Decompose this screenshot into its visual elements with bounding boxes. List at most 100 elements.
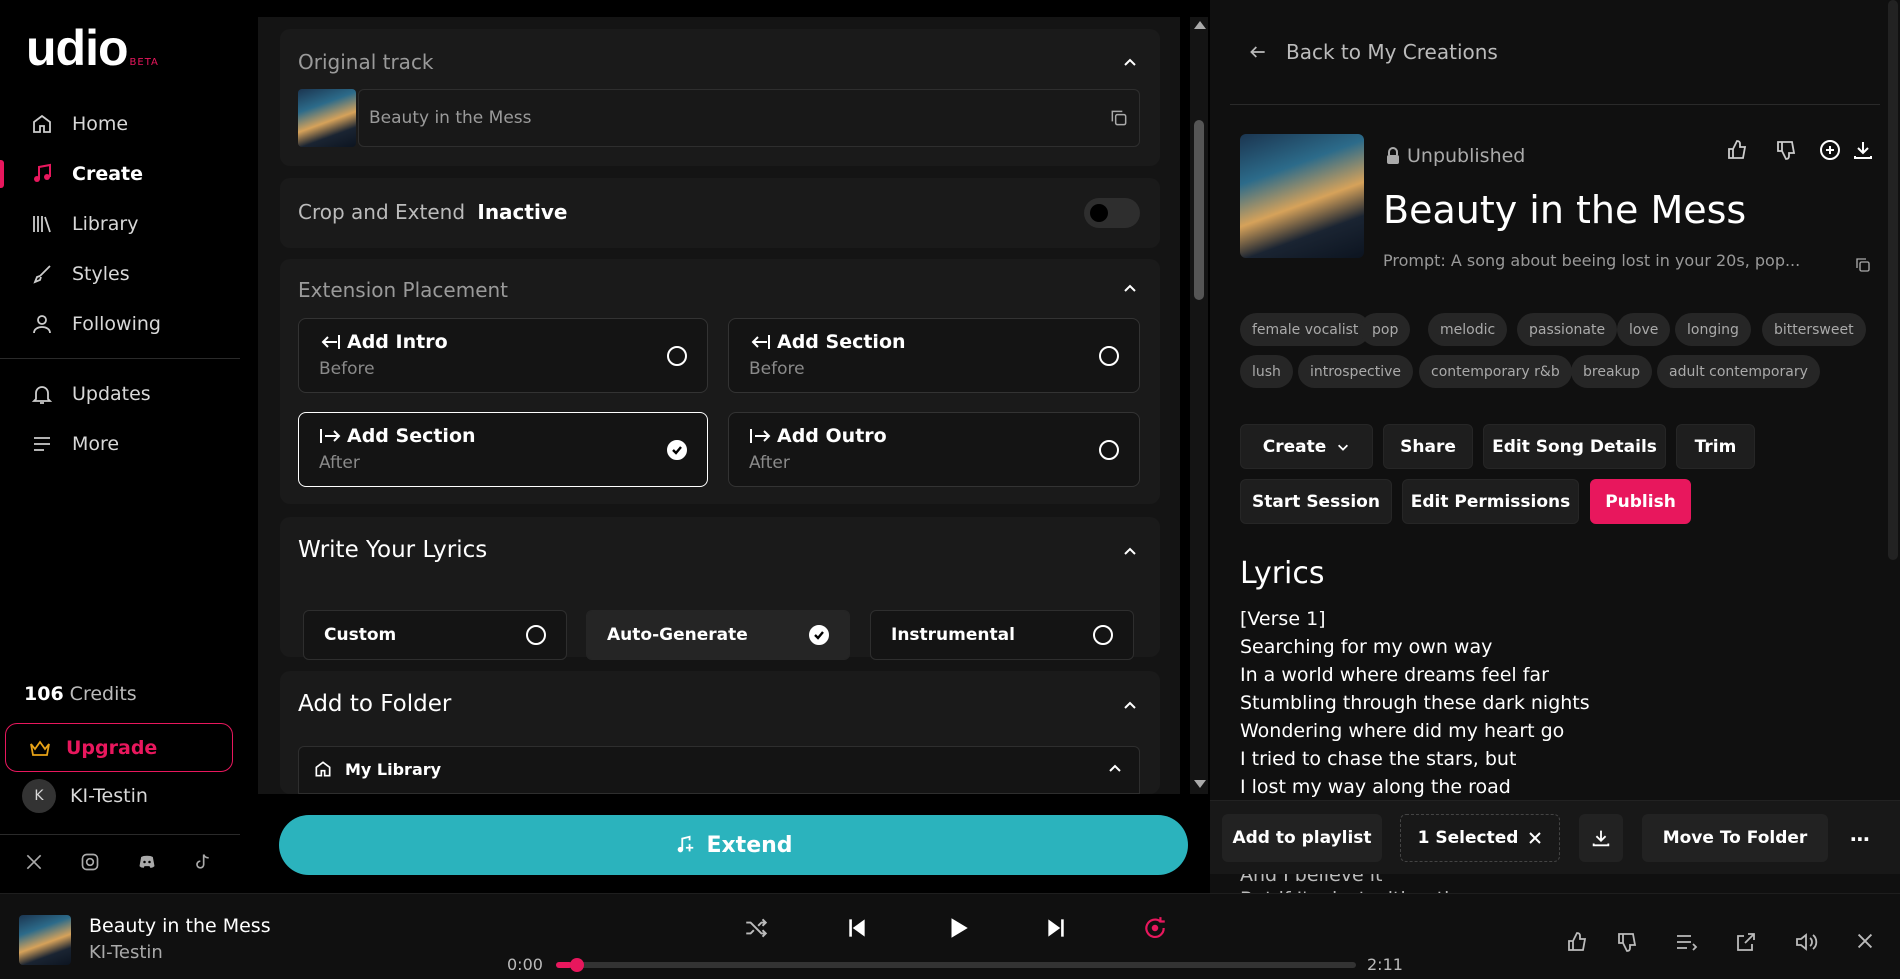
- edit-song-details-button[interactable]: Edit Song Details: [1483, 424, 1666, 469]
- scroll-down-icon[interactable]: [1194, 780, 1206, 788]
- close-icon[interactable]: [1854, 930, 1880, 956]
- tag[interactable]: pop: [1360, 313, 1411, 346]
- selected-count[interactable]: 1 Selected: [1400, 814, 1560, 862]
- lyrics-option-custom[interactable]: Custom: [303, 610, 567, 660]
- tag[interactable]: introspective: [1298, 355, 1414, 388]
- nav-home[interactable]: Home: [0, 102, 240, 146]
- scroll-up-icon[interactable]: [1194, 21, 1206, 29]
- thumbs-up-icon[interactable]: [1566, 930, 1592, 956]
- nav-updates[interactable]: Updates: [0, 372, 240, 416]
- copy-icon[interactable]: [1109, 108, 1129, 128]
- option-add-intro[interactable]: Add Intro Before: [298, 318, 708, 393]
- option-label-row: Add Section: [319, 425, 476, 447]
- nav-styles[interactable]: Styles: [0, 252, 240, 296]
- trim-button[interactable]: Trim: [1676, 424, 1755, 469]
- chevron-up-icon[interactable]: [1122, 55, 1138, 71]
- song-prompt: Prompt: A song about beeing lost in your…: [1383, 251, 1801, 270]
- tag[interactable]: female vocalist: [1240, 313, 1371, 346]
- chevron-up-icon[interactable]: [1122, 544, 1138, 560]
- nav-label: Updates: [72, 383, 151, 405]
- player-artist[interactable]: KI-Testin: [89, 942, 163, 963]
- radio[interactable]: [1099, 346, 1119, 366]
- discord-icon[interactable]: [136, 852, 158, 874]
- thumbs-down-icon[interactable]: [1775, 138, 1799, 162]
- tag[interactable]: melodic: [1428, 313, 1508, 346]
- edit-permissions-button[interactable]: Edit Permissions: [1402, 479, 1579, 524]
- volume-icon[interactable]: [1794, 930, 1820, 956]
- tag[interactable]: longing: [1675, 313, 1751, 346]
- option-add-section-before[interactable]: Add Section Before: [728, 318, 1140, 393]
- shuffle-icon[interactable]: [743, 915, 769, 941]
- crop-label: Crop and Extend: [298, 200, 466, 224]
- progress-knob[interactable]: [570, 958, 584, 972]
- download-button[interactable]: [1579, 814, 1623, 862]
- selected-label: 1 Selected: [1417, 828, 1519, 848]
- nav-library[interactable]: Library: [0, 202, 240, 246]
- share-button[interactable]: Share: [1383, 424, 1473, 469]
- radio[interactable]: [1099, 440, 1119, 460]
- more-horizontal-icon[interactable]: ⋯: [1850, 827, 1870, 851]
- thumbs-down-icon[interactable]: [1616, 930, 1642, 956]
- option-label-row: Add Outro: [749, 425, 887, 447]
- scroll-thumb[interactable]: [1194, 120, 1204, 300]
- option-add-outro[interactable]: Add Outro After: [728, 412, 1140, 487]
- progress-bar[interactable]: [556, 958, 1356, 972]
- scrollbar[interactable]: [1190, 17, 1208, 794]
- external-link-icon[interactable]: [1734, 930, 1760, 956]
- repeat-icon[interactable]: [1142, 915, 1168, 941]
- tag[interactable]: passionate: [1517, 313, 1618, 346]
- tag[interactable]: adult contemporary: [1657, 355, 1820, 388]
- option-add-section-after[interactable]: Add Section After: [298, 412, 708, 487]
- move-to-folder-button[interactable]: Move To Folder: [1642, 814, 1828, 862]
- start-session-button[interactable]: Start Session: [1240, 479, 1392, 524]
- thumbs-up-icon[interactable]: [1726, 138, 1750, 162]
- chevron-up-icon: [1107, 761, 1123, 777]
- radio-checked[interactable]: [809, 625, 829, 645]
- publish-button[interactable]: Publish: [1590, 479, 1691, 524]
- upgrade-button[interactable]: Upgrade: [5, 723, 233, 772]
- credits-count: 106: [24, 683, 64, 705]
- tag[interactable]: lush: [1240, 355, 1293, 388]
- skip-forward-icon[interactable]: [1044, 915, 1070, 941]
- tag[interactable]: bittersweet: [1762, 313, 1866, 346]
- udio-logo[interactable]: udio BETA: [26, 23, 159, 73]
- crop-toggle[interactable]: [1084, 198, 1140, 228]
- lyrics-option-auto[interactable]: Auto-Generate: [586, 610, 850, 660]
- add-to-playlist-button[interactable]: Add to playlist: [1222, 814, 1382, 862]
- close-icon[interactable]: [1528, 831, 1542, 845]
- panel-title: Original track: [298, 50, 434, 74]
- lyric-line: I lost my way along the road: [1240, 776, 1511, 798]
- user-profile[interactable]: K KI-Testin: [22, 779, 148, 813]
- radio[interactable]: [1093, 625, 1113, 645]
- nav-following[interactable]: Following: [0, 302, 240, 346]
- copy-icon[interactable]: [1854, 256, 1872, 274]
- nav-more[interactable]: More: [0, 422, 240, 466]
- add-circle-icon[interactable]: [1818, 138, 1842, 162]
- download-icon[interactable]: [1851, 138, 1875, 162]
- queue-icon[interactable]: [1674, 930, 1700, 956]
- tag[interactable]: breakup: [1571, 355, 1652, 388]
- radio[interactable]: [667, 346, 687, 366]
- play-icon[interactable]: [945, 915, 971, 941]
- chevron-up-icon[interactable]: [1122, 281, 1138, 297]
- scroll-thumb[interactable]: [1888, 0, 1898, 560]
- option-sub: After: [319, 453, 360, 473]
- music-note-plus-icon: [674, 834, 696, 856]
- lyrics-option-instrumental[interactable]: Instrumental: [870, 610, 1134, 660]
- create-dropdown-button[interactable]: Create: [1240, 424, 1373, 469]
- extend-button[interactable]: Extend: [279, 815, 1188, 875]
- back-link[interactable]: Back to My Creations: [1248, 40, 1498, 64]
- track-field[interactable]: Beauty in the Mess: [358, 89, 1140, 147]
- chevron-up-icon[interactable]: [1122, 698, 1138, 714]
- tiktok-icon[interactable]: [192, 852, 214, 874]
- player-title[interactable]: Beauty in the Mess: [89, 915, 271, 937]
- x-icon[interactable]: [24, 852, 46, 874]
- radio[interactable]: [526, 625, 546, 645]
- instagram-icon[interactable]: [80, 852, 102, 874]
- folder-select[interactable]: My Library: [298, 746, 1140, 794]
- radio-checked[interactable]: [667, 440, 687, 460]
- nav-create[interactable]: Create: [0, 152, 240, 196]
- tag[interactable]: love: [1617, 313, 1671, 346]
- skip-back-icon[interactable]: [843, 915, 869, 941]
- tag[interactable]: contemporary r&b: [1419, 355, 1572, 388]
